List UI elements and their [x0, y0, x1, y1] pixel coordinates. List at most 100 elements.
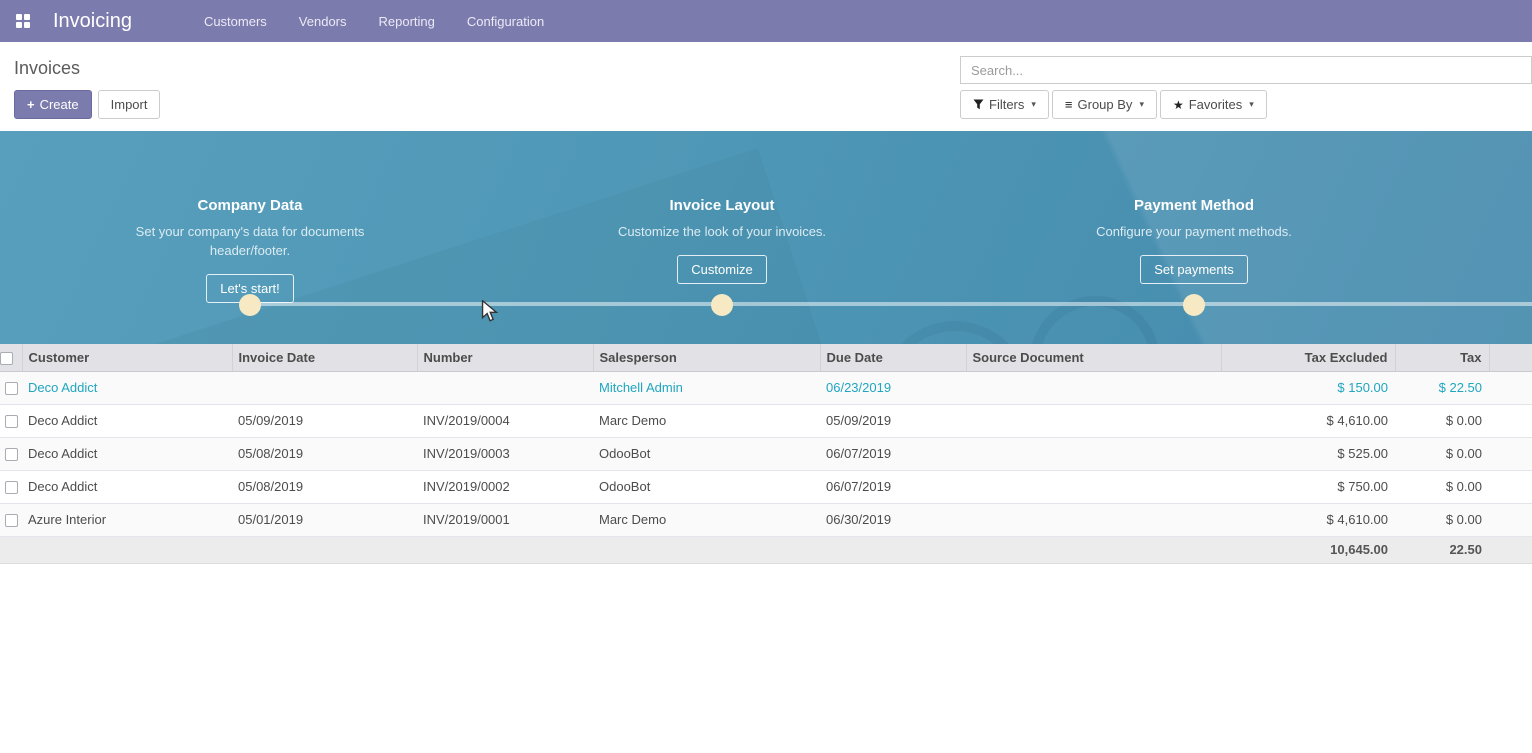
cell-source-document [966, 437, 1221, 470]
onboarding-progress-line [250, 302, 1532, 306]
cell-salesperson: OdooBot [593, 470, 820, 503]
onboarding-step-invoice-layout: Invoice Layout Customize the look of you… [572, 131, 872, 284]
table-row[interactable]: Deco Addict 05/09/2019 INV/2019/0004 Mar… [0, 404, 1532, 437]
import-button-label: Import [111, 97, 148, 112]
create-button[interactable]: + Create [14, 90, 92, 119]
cell-number: INV/2019/0004 [417, 404, 593, 437]
row-checkbox[interactable] [5, 382, 18, 395]
filters-button[interactable]: Filters ▾ [960, 90, 1049, 119]
cell-due-date: 05/09/2019 [820, 404, 966, 437]
cell-salesperson: OdooBot [593, 437, 820, 470]
cell-tax-excluded: $ 525.00 [1221, 437, 1395, 470]
create-button-label: Create [40, 97, 79, 112]
table-header-row: Customer Invoice Date Number Salesperson… [0, 344, 1532, 371]
cell-number [417, 371, 593, 404]
cell-number: INV/2019/0002 [417, 470, 593, 503]
page-title: Invoices [14, 58, 80, 79]
table-row[interactable]: Deco Addict 05/08/2019 INV/2019/0003 Odo… [0, 437, 1532, 470]
nav-menu: Customers Vendors Reporting Configuratio… [188, 2, 560, 41]
row-checkbox[interactable] [5, 481, 18, 494]
cell-salesperson: Mitchell Admin [593, 371, 820, 404]
total-tax: 22.50 [1395, 536, 1489, 563]
table-row[interactable]: Deco Addict 05/08/2019 INV/2019/0002 Odo… [0, 470, 1532, 503]
step-dot [711, 294, 733, 316]
banner-decor-glasses [1018, 284, 1172, 344]
step-description: Configure your payment methods. [1079, 222, 1309, 241]
select-all-header [0, 344, 22, 371]
cell-tax: $ 0.00 [1395, 470, 1489, 503]
column-header-salesperson[interactable]: Salesperson [593, 344, 820, 371]
cell-source-document [966, 470, 1221, 503]
cell-customer: Deco Addict [22, 404, 232, 437]
onboarding-banner: Company Data Set your company's data for… [0, 131, 1532, 344]
group-by-icon: ≡ [1065, 97, 1073, 112]
column-header-number[interactable]: Number [417, 344, 593, 371]
cell-tax-excluded: $ 4,610.00 [1221, 404, 1395, 437]
total-tax-excluded: 10,645.00 [1221, 536, 1395, 563]
table-row[interactable]: Deco Addict Mitchell Admin 06/23/2019 $ … [0, 371, 1532, 404]
step-description: Customize the look of your invoices. [607, 222, 837, 241]
nav-item-vendors[interactable]: Vendors [283, 2, 363, 41]
cell-customer: Azure Interior [22, 503, 232, 536]
cell-invoice-date: 05/08/2019 [232, 470, 417, 503]
onboarding-step-payment-method: Payment Method Configure your payment me… [1044, 131, 1344, 284]
app-brand[interactable]: Invoicing [53, 10, 132, 33]
cell-tax-excluded: $ 4,610.00 [1221, 503, 1395, 536]
step-dot [239, 294, 261, 316]
step-title: Payment Method [1044, 197, 1344, 214]
group-by-button-label: Group By [1078, 97, 1133, 112]
column-header-invoice-date[interactable]: Invoice Date [232, 344, 417, 371]
cell-source-document [966, 404, 1221, 437]
column-header-tax-excluded[interactable]: Tax Excluded [1221, 344, 1395, 371]
cell-tax: $ 22.50 [1395, 371, 1489, 404]
favorites-button-label: Favorites [1189, 97, 1242, 112]
cell-invoice-date: 05/08/2019 [232, 437, 417, 470]
filters-button-label: Filters [989, 97, 1024, 112]
cell-number: INV/2019/0003 [417, 437, 593, 470]
control-panel: Invoices + Create Import Filters ▾ ≡ Gro… [0, 42, 1532, 131]
customize-button[interactable]: Customize [677, 255, 766, 284]
step-title: Invoice Layout [572, 197, 872, 214]
row-checkbox[interactable] [5, 514, 18, 527]
cell-customer: Deco Addict [22, 371, 232, 404]
nav-item-reporting[interactable]: Reporting [363, 2, 451, 41]
search-input[interactable] [960, 56, 1532, 84]
plus-icon: + [27, 97, 35, 112]
cell-due-date: 06/23/2019 [820, 371, 966, 404]
column-header-source-document[interactable]: Source Document [966, 344, 1221, 371]
cell-due-date: 06/07/2019 [820, 470, 966, 503]
cell-tax-excluded: $ 150.00 [1221, 371, 1395, 404]
nav-item-customers[interactable]: Customers [188, 2, 283, 41]
group-by-button[interactable]: ≡ Group By ▾ [1052, 90, 1157, 119]
cell-invoice-date: 05/01/2019 [232, 503, 417, 536]
row-checkbox[interactable] [5, 448, 18, 461]
cell-due-date: 06/30/2019 [820, 503, 966, 536]
nav-item-configuration[interactable]: Configuration [451, 2, 560, 41]
apps-menu-icon[interactable] [16, 14, 31, 29]
onboarding-step-company-data: Company Data Set your company's data for… [100, 131, 400, 303]
step-title: Company Data [100, 197, 400, 214]
cell-tax: $ 0.00 [1395, 404, 1489, 437]
column-header-tax[interactable]: Tax [1395, 344, 1489, 371]
cell-salesperson: Marc Demo [593, 404, 820, 437]
select-all-checkbox[interactable] [0, 352, 13, 365]
favorites-button[interactable]: ★ Favorites ▾ [1160, 90, 1267, 119]
step-description: Set your company's data for documents he… [135, 222, 365, 260]
table-row[interactable]: Azure Interior 05/01/2019 INV/2019/0001 … [0, 503, 1532, 536]
cell-invoice-date: 05/09/2019 [232, 404, 417, 437]
filter-icon [973, 99, 984, 110]
cell-tax-excluded: $ 750.00 [1221, 470, 1395, 503]
banner-decor-glasses [880, 321, 1030, 344]
cell-tax: $ 0.00 [1395, 503, 1489, 536]
import-button[interactable]: Import [98, 90, 161, 119]
set-payments-button[interactable]: Set payments [1140, 255, 1248, 284]
row-checkbox[interactable] [5, 415, 18, 428]
cell-source-document [966, 371, 1221, 404]
chevron-down-icon: ▾ [1249, 99, 1254, 110]
column-header-due-date[interactable]: Due Date [820, 344, 966, 371]
column-header-customer[interactable]: Customer [22, 344, 232, 371]
cell-customer: Deco Addict [22, 470, 232, 503]
top-navbar: Invoicing Customers Vendors Reporting Co… [0, 0, 1532, 42]
cell-invoice-date [232, 371, 417, 404]
table-totals-row: 10,645.00 22.50 [0, 536, 1532, 563]
